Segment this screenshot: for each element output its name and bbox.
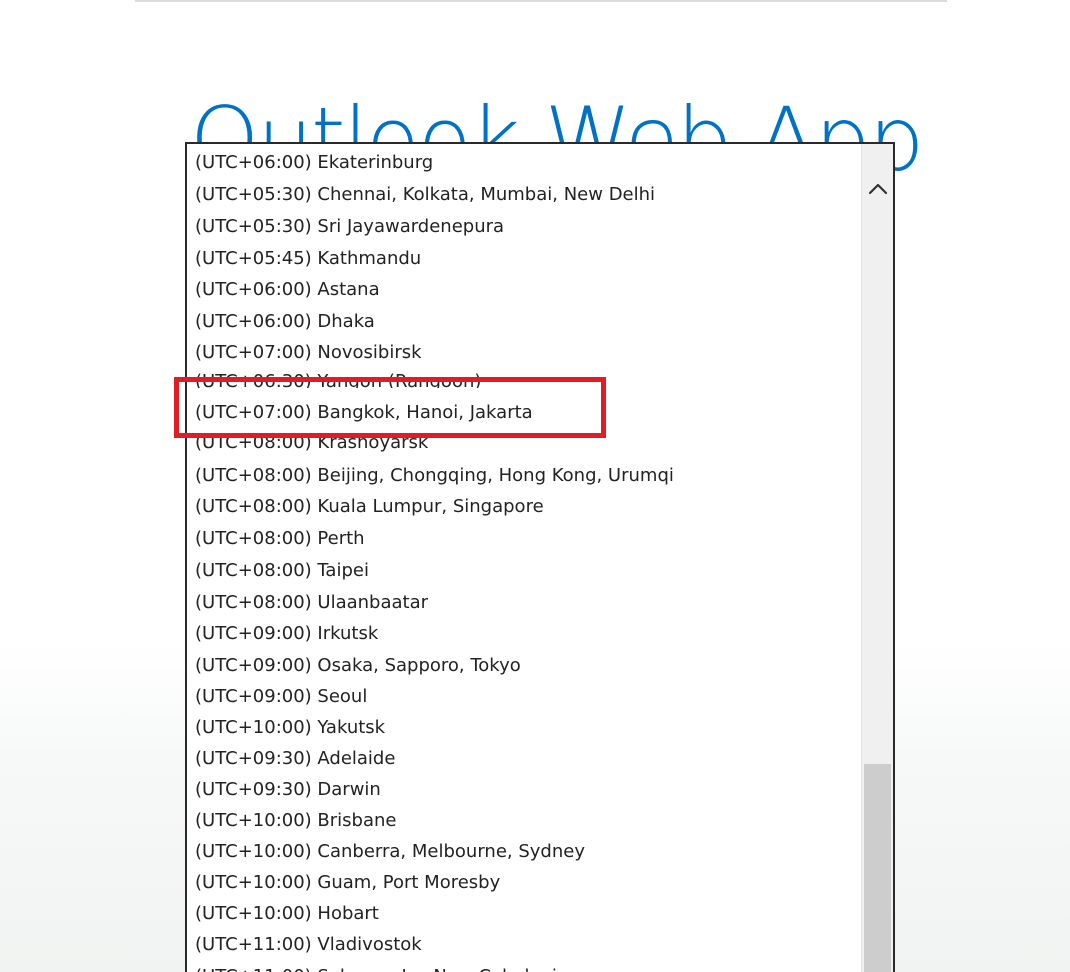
timezone-option[interactable]: (UTC+06:00) Ekaterinburg — [195, 147, 433, 178]
timezone-option[interactable]: (UTC+08:00) Perth — [195, 523, 365, 554]
timezone-option[interactable]: (UTC+11:00) Vladivostok — [195, 929, 422, 960]
timezone-option[interactable]: (UTC+05:30) Sri Jayawardenepura — [195, 211, 504, 242]
dropdown-scrollbar[interactable] — [861, 144, 893, 972]
timezone-option[interactable]: (UTC+05:30) Chennai, Kolkata, Mumbai, Ne… — [195, 179, 655, 210]
timezone-option[interactable]: (UTC+09:00) Irkutsk — [195, 618, 378, 649]
scroll-up-button[interactable] — [862, 170, 893, 212]
timezone-option[interactable]: (UTC+09:30) Darwin — [195, 774, 381, 805]
timezone-option[interactable]: (UTC+07:00) Novosibirsk — [195, 337, 422, 368]
timezone-option[interactable]: (UTC+05:45) Kathmandu — [195, 243, 421, 274]
timezone-option[interactable]: (UTC+09:00) Osaka, Sapporo, Tokyo — [195, 650, 521, 681]
timezone-dropdown-list[interactable]: (UTC+06:00) Ekaterinburg (UTC+05:30) Che… — [185, 142, 895, 972]
timezone-option[interactable]: (UTC+06:00) Astana — [195, 274, 380, 305]
timezone-option[interactable]: (UTC+09:30) Adelaide — [195, 743, 395, 774]
timezone-option[interactable]: (UTC+06:30) Yangon (Rangoon) — [195, 366, 481, 388]
timezone-option[interactable]: (UTC+08:00) Taipei — [195, 555, 369, 586]
timezone-option[interactable]: (UTC+06:00) Dhaka — [195, 306, 375, 337]
timezone-option[interactable]: (UTC+10:00) Canberra, Melbourne, Sydney — [195, 836, 585, 867]
timezone-option[interactable]: (UTC+08:00) Beijing, Chongqing, Hong Kon… — [195, 460, 674, 491]
scrollbar-thumb[interactable] — [864, 764, 891, 972]
timezone-option[interactable]: (UTC+09:00) Seoul — [195, 681, 367, 712]
timezone-option[interactable]: (UTC+10:00) Yakutsk — [195, 712, 385, 743]
timezone-options: (UTC+06:00) Ekaterinburg (UTC+05:30) Che… — [187, 144, 861, 972]
timezone-option[interactable]: (UTC+10:00) Guam, Port Moresby — [195, 867, 500, 898]
timezone-option[interactable]: (UTC+11:00) Solomon Is., New Caledonia — [195, 961, 568, 972]
timezone-option[interactable]: (UTC+10:00) Brisbane — [195, 805, 396, 836]
chevron-up-icon — [866, 179, 890, 203]
top-strip — [135, 0, 947, 2]
timezone-option[interactable]: (UTC+08:00) Kuala Lumpur, Singapore — [195, 491, 544, 522]
timezone-option[interactable]: (UTC+10:00) Hobart — [195, 898, 379, 929]
timezone-option-selected[interactable]: (UTC+07:00) Bangkok, Hanoi, Jakarta — [195, 397, 533, 428]
timezone-option[interactable]: (UTC+08:00) Krasnoyarsk — [195, 434, 428, 454]
timezone-option[interactable]: (UTC+08:00) Ulaanbaatar — [195, 587, 428, 618]
